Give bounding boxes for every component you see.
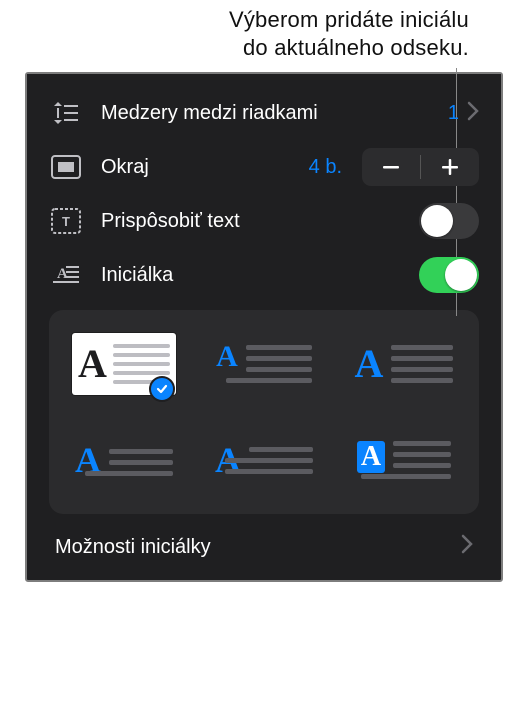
drop-cap-switch[interactable]	[419, 257, 479, 293]
line-spacing-row[interactable]: Medzery medzi riadkami 1	[31, 86, 497, 140]
callout-line2: do aktuálneho odseku.	[243, 35, 469, 60]
drop-cap-style-4[interactable]: A	[63, 424, 185, 496]
switch-knob	[421, 205, 453, 237]
line-spacing-value: 1	[448, 102, 459, 125]
margin-icon	[49, 150, 83, 184]
inspector-panel: Medzery medzi riadkami 1 Okraj 4 b.	[25, 72, 503, 582]
style-letter: A	[216, 345, 238, 369]
svg-text:A: A	[57, 266, 68, 282]
drop-cap-icon: A	[49, 258, 83, 292]
margin-increase-button[interactable]	[421, 148, 479, 186]
drop-cap-style-5[interactable]: A	[203, 424, 325, 496]
style-letter: A	[355, 344, 384, 384]
drop-cap-options-row[interactable]: Možnosti iniciálky	[31, 520, 497, 574]
svg-text:T: T	[62, 214, 70, 229]
style-letter: A	[78, 344, 107, 384]
drop-cap-label: Iniciálka	[101, 264, 419, 286]
drop-cap-style-grid: A A	[49, 310, 479, 514]
shrink-text-switch[interactable]	[419, 203, 479, 239]
switch-knob	[445, 259, 477, 291]
drop-cap-style-2[interactable]: A	[203, 328, 325, 400]
drop-cap-options-label: Možnosti iniciálky	[55, 536, 211, 559]
drop-cap-style-6[interactable]: A	[343, 424, 465, 496]
margin-stepper	[362, 148, 479, 186]
shrink-text-label: Prispôsobiť text	[101, 210, 419, 232]
check-icon	[149, 376, 175, 402]
margin-decrease-button[interactable]	[362, 148, 420, 186]
style-letter: A	[361, 443, 381, 471]
drop-cap-style-3[interactable]: A	[343, 328, 465, 400]
margin-row: Okraj 4 b.	[31, 140, 497, 194]
callout-line1: Výberom pridáte iniciálu	[229, 7, 469, 32]
line-spacing-label: Medzery medzi riadkami	[101, 102, 448, 124]
margin-label: Okraj	[101, 156, 309, 178]
callout-text: Výberom pridáte iniciálu do aktuálneho o…	[0, 0, 529, 63]
drop-cap-row: A Iniciálka	[31, 248, 497, 302]
shrink-text-row: T Prispôsobiť text	[31, 194, 497, 248]
line-spacing-icon	[49, 96, 83, 130]
margin-value: 4 b.	[309, 156, 342, 179]
drop-cap-style-1[interactable]: A	[63, 328, 185, 400]
chevron-right-icon	[467, 101, 479, 126]
shrink-text-icon: T	[49, 204, 83, 238]
chevron-right-icon	[461, 534, 473, 560]
